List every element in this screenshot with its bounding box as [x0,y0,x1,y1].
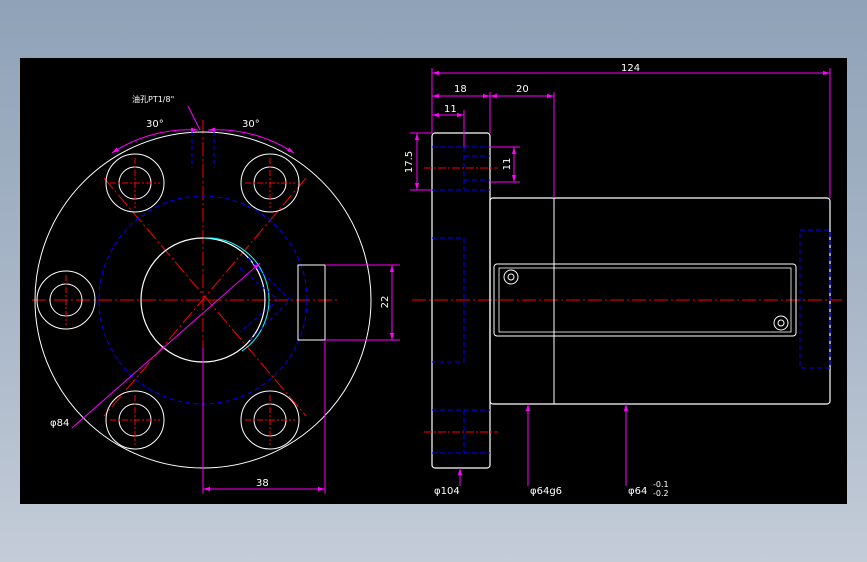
dim-38-label: 38 [256,478,269,489]
dim-20-label: 20 [516,84,529,95]
dim-11-top-label: 11 [444,104,457,115]
diameter-64-label: φ64 [628,486,647,497]
dim-22-label: 22 [380,296,391,309]
cad-drawing: 油孔PT1/8" 30° 30° φ84 38 22 124 18 20 11 … [32,63,842,498]
tube-screw-left [503,269,519,285]
dim-18-label: 18 [454,84,467,95]
side-dimensions [410,68,831,486]
angle-label-left: 30° [146,119,164,130]
diameter-64g6-label: φ64g6 [530,486,562,497]
front-view: 油孔PT1/8" 30° 30° φ84 38 22 [32,94,400,494]
tolerance-upper: -0.1 [653,480,669,489]
tube-screw-right [773,315,789,331]
diameter-84-label: φ84 [50,418,69,429]
side-body [489,197,831,405]
side-boss [297,264,326,341]
oil-hole-note: 油孔PT1/8" [132,94,174,104]
dim-17-5-label: 17.5 [404,151,415,173]
angle-label-right: 30° [242,119,260,130]
front-center-lines [32,120,340,478]
bolt-holes [36,153,300,450]
side-view: 124 18 20 11 17.5 11 φ104 φ64g6 φ64 -0.1… [404,63,842,498]
dim-124-label: 124 [621,63,640,74]
tolerance-lower: -0.2 [653,489,669,498]
cad-viewport[interactable]: 油孔PT1/8" 30° 30° φ84 38 22 124 18 20 11 … [20,58,847,504]
dim-11-side-label: 11 [502,158,513,171]
diameter-104-label: φ104 [434,486,460,497]
